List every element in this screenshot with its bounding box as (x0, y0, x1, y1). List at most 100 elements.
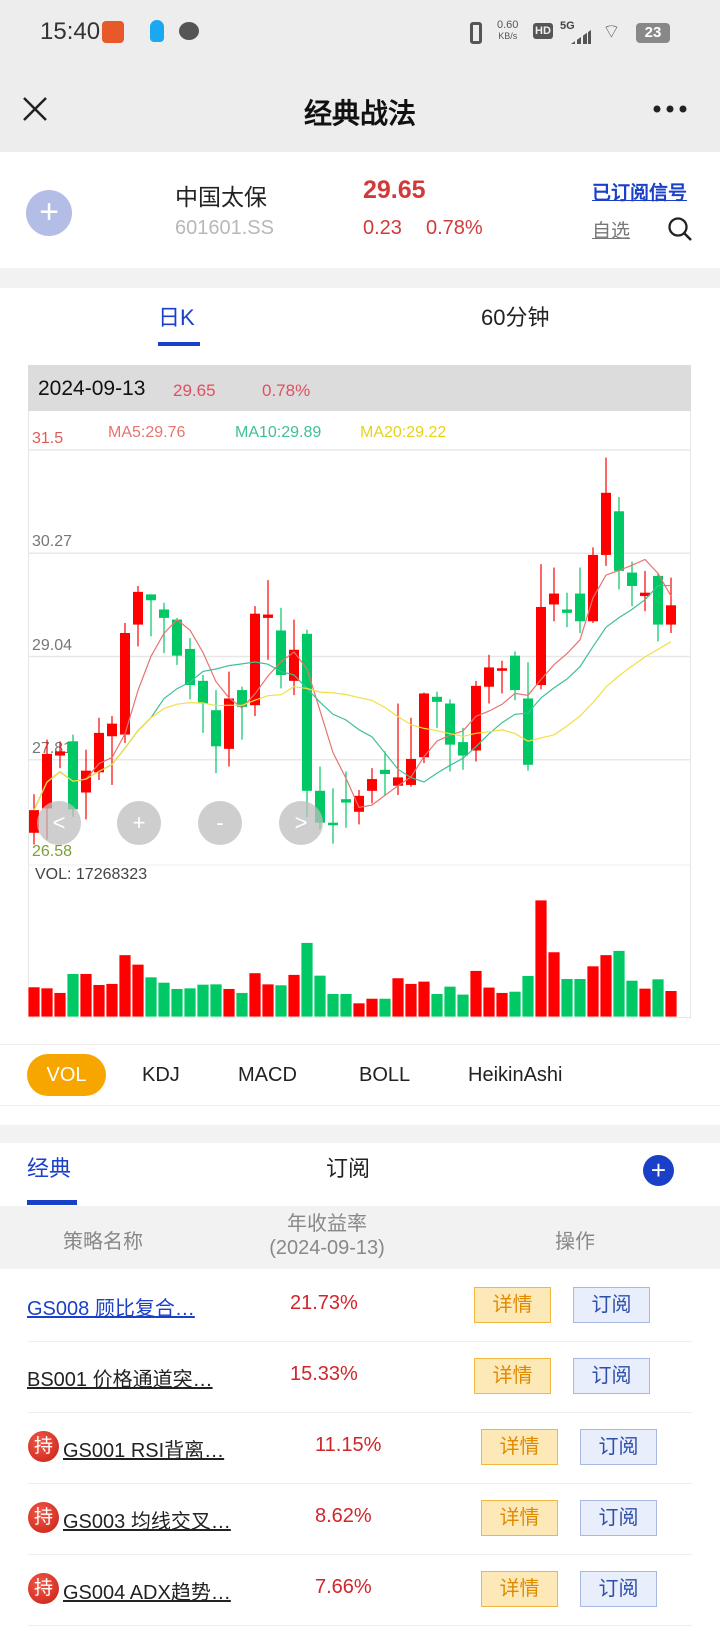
subscribe-button[interactable]: 订阅 (573, 1358, 650, 1394)
volume-bar (326, 993, 340, 1018)
tab-subscribed[interactable]: 订阅 (326, 1151, 370, 1183)
candle-up (393, 777, 403, 786)
volume-bar (404, 983, 418, 1018)
tab-daily-k[interactable]: 日K (158, 300, 195, 332)
volume-bar (482, 986, 496, 1018)
strategy-name-link[interactable]: BS001 价格通道突… (27, 1363, 213, 1392)
volume-bar (521, 975, 535, 1018)
zoom-out-button[interactable]: - (198, 801, 242, 845)
header-return-label: 年收益率 (287, 1213, 367, 1235)
indicator-tab-boll[interactable]: BOLL (359, 1064, 410, 1087)
scroll-right-button[interactable]: > (279, 801, 323, 845)
detail-button[interactable]: 详情 (481, 1500, 558, 1536)
zoom-in-button[interactable]: + (117, 801, 161, 845)
candle-down (575, 593, 585, 622)
candle-down (211, 710, 221, 747)
subscribe-button[interactable]: 订阅 (580, 1571, 657, 1607)
volume-bar (287, 974, 301, 1018)
net-speed: 0.60 (497, 19, 519, 31)
candlestick-plot (28, 449, 691, 1018)
volume-bar (586, 965, 600, 1018)
more-icon[interactable] (652, 104, 688, 114)
candle-down (432, 696, 442, 702)
volume-bar (638, 987, 652, 1018)
volume-bar (209, 983, 223, 1018)
candle-down (198, 680, 208, 704)
volume-bar (443, 985, 457, 1018)
candle-up (120, 632, 130, 735)
tab-classic[interactable]: 经典 (27, 1151, 71, 1183)
divider (0, 1125, 720, 1143)
indicator-tab-vol[interactable]: VOL (27, 1054, 106, 1096)
volume-bar (79, 973, 93, 1018)
detail-button[interactable]: 详情 (481, 1571, 558, 1607)
candle-up (81, 770, 91, 793)
header-return-date: (2024-09-13) (269, 1237, 385, 1259)
subscribe-button[interactable]: 订阅 (580, 1500, 657, 1536)
volume-bar (28, 986, 41, 1018)
volume-bar (560, 978, 574, 1018)
stock-change-pct: 0.78% (426, 217, 483, 239)
candle-up (133, 591, 143, 625)
status-bar: 15:40 0.60 KB/s HD 5G ⌔ 23 (0, 0, 720, 66)
watchlist-link[interactable]: 自选 (592, 216, 630, 243)
vibrate-icon (470, 22, 482, 44)
add-strategy-button[interactable]: + (643, 1155, 674, 1186)
candle-down (172, 619, 182, 656)
candle-up (42, 753, 52, 809)
candle-down (445, 703, 455, 745)
volume-bar (131, 963, 145, 1018)
subscribe-button[interactable]: 订阅 (580, 1429, 657, 1465)
add-stock-button[interactable]: + (26, 190, 72, 236)
scroll-left-button[interactable]: < (37, 801, 81, 845)
volume-bar (664, 990, 678, 1018)
annual-return: 21.73% (290, 1292, 358, 1314)
detail-button[interactable]: 详情 (474, 1358, 551, 1394)
header-action: 操作 (555, 1231, 595, 1253)
volume-bar (105, 983, 119, 1018)
detail-button[interactable]: 详情 (474, 1287, 551, 1323)
candle-down (68, 741, 78, 810)
candle-down (627, 572, 637, 586)
search-icon[interactable] (667, 216, 693, 242)
app-notification-icon (102, 21, 124, 43)
indicator-tab-heikinashi[interactable]: HeikinAshi (468, 1064, 562, 1087)
volume-bar (352, 1002, 366, 1018)
strategy-name-link[interactable]: GS003 均线交叉… (63, 1505, 231, 1534)
volume-bar (144, 976, 158, 1018)
volume-bar (313, 974, 327, 1018)
header-annual-return: 年收益率 (2024-09-13) (232, 1212, 422, 1260)
stock-code: 601601.SS (175, 217, 274, 239)
candle-up (250, 613, 260, 706)
candle-down (302, 633, 312, 791)
tab-60min[interactable]: 60分钟 (481, 300, 549, 332)
header-strategy-name: 策略名称 (63, 1231, 143, 1253)
volume-bar (92, 984, 106, 1018)
indicator-tab-macd[interactable]: MACD (238, 1064, 297, 1087)
volume-bar (40, 987, 54, 1018)
candle-up (549, 593, 559, 605)
subscribed-signal-link[interactable]: 已订阅信号 (592, 178, 687, 205)
volume-bar (599, 954, 613, 1018)
volume-bar (53, 992, 67, 1018)
page-title: 经典战法 (303, 98, 416, 129)
detail-button[interactable]: 详情 (481, 1429, 558, 1465)
strategy-name-link[interactable]: GS004 ADX趋势… (63, 1576, 231, 1605)
status-time: 15:40 (40, 18, 101, 45)
hd-icon: HD (533, 23, 553, 39)
volume-bar (66, 973, 80, 1018)
strategy-name-link[interactable]: GS001 RSI背离… (63, 1434, 224, 1463)
candle-up (224, 698, 234, 749)
message-icon (179, 22, 199, 40)
volume-bar (508, 990, 522, 1018)
qq-icon (150, 20, 164, 42)
annual-return: 15.33% (290, 1363, 358, 1385)
strategy-name-link[interactable]: GS008 顾比复合… (27, 1292, 195, 1321)
subscribe-button[interactable]: 订阅 (573, 1287, 650, 1323)
indicator-tab-kdj[interactable]: KDJ (142, 1064, 180, 1087)
candle-up (367, 779, 377, 791)
volume-bar (547, 951, 561, 1018)
volume-bar (300, 942, 314, 1018)
volume-bar (183, 987, 197, 1018)
held-badge: 持 (28, 1502, 59, 1533)
